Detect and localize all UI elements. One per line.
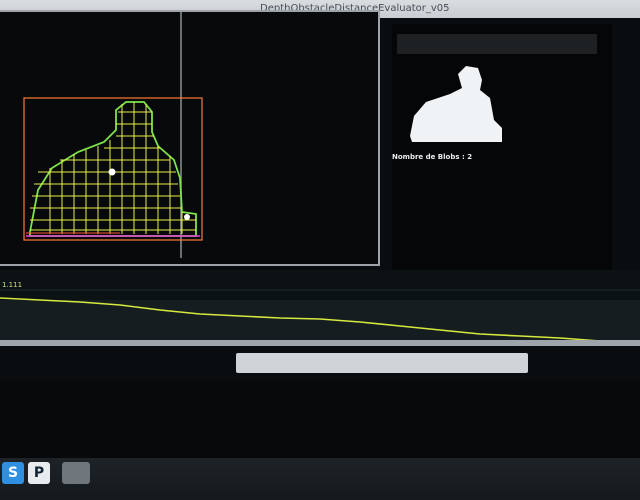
horizontal-scrollbar[interactable] xyxy=(236,353,528,373)
skype-icon[interactable]: S xyxy=(2,462,24,484)
window-thumbnail-icon[interactable] xyxy=(62,462,90,484)
graph-bottom-border xyxy=(0,340,640,346)
p-app-icon[interactable]: P xyxy=(28,462,50,484)
taskbar xyxy=(0,458,640,500)
blob-count-label: Nombre de Blobs : 2 xyxy=(392,153,473,161)
distance-signal-line xyxy=(0,289,640,343)
secondary-dot xyxy=(184,214,190,220)
centroid-dot xyxy=(108,168,116,176)
contour-grid xyxy=(30,102,196,234)
